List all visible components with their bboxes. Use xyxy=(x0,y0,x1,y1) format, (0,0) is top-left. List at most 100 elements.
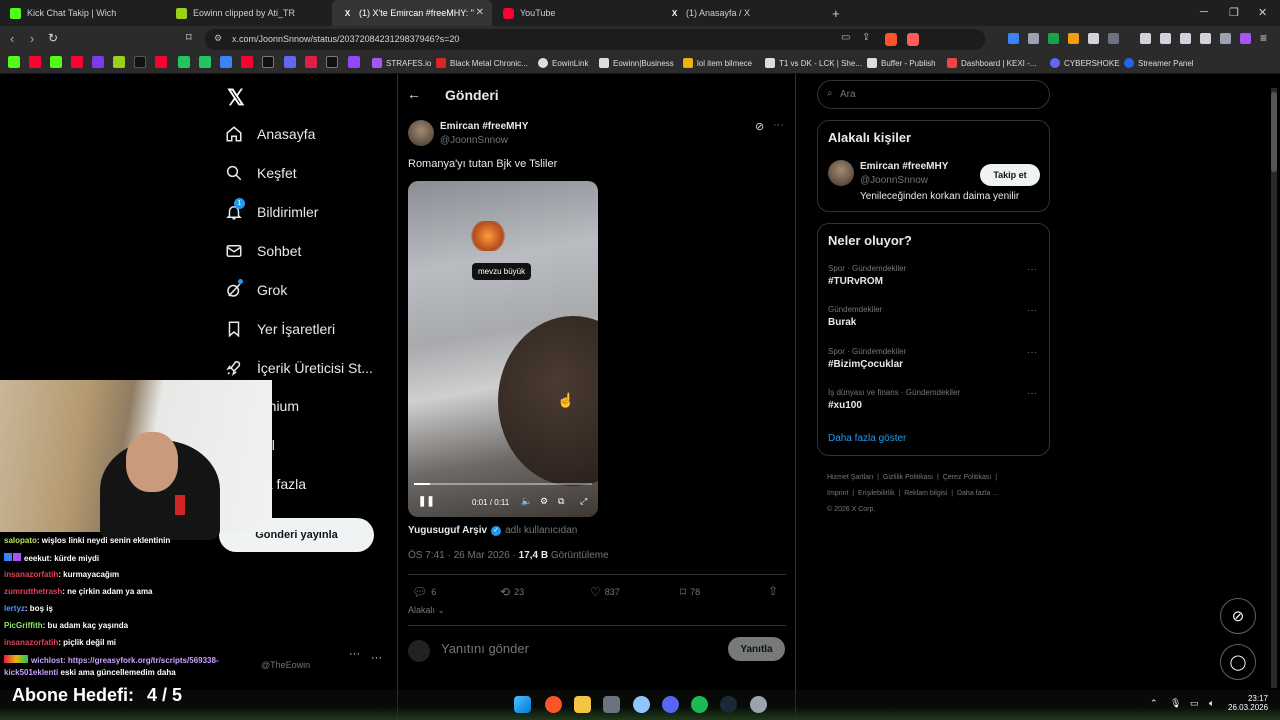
sort-replies-dropdown[interactable]: Alakalı ⌄ xyxy=(408,605,445,616)
video-player[interactable]: mevzu büyük ❚❚ 0:01 / 0:11 🔈 ⚙ ⧉ ⤢ xyxy=(408,181,598,517)
related-handle[interactable]: @JoonnSnnow xyxy=(860,175,928,186)
footer-link[interactable]: Hizmet Şartları xyxy=(827,474,873,481)
trend-item[interactable]: Gündemdekiler Burak xyxy=(828,305,1038,328)
minimize-icon[interactable]: ─ xyxy=(1200,6,1208,18)
tab-x-post[interactable]: X(1) X'te Emircan #freeMHY: "Rom✕ xyxy=(332,0,492,26)
sidebar-item-bookmarks[interactable]: Yer İşaretleri xyxy=(225,320,335,338)
avatar[interactable] xyxy=(828,160,854,186)
footer-link[interactable]: Reklam bilgisi xyxy=(904,490,947,497)
footer-link[interactable]: Imprint xyxy=(827,490,848,497)
bookmark-favicon-icon[interactable] xyxy=(326,56,338,68)
back-icon[interactable]: ‹ xyxy=(10,31,14,46)
bookmark-action[interactable]: ⌑ 78 xyxy=(680,585,700,599)
bookmark-favicon-icon[interactable] xyxy=(50,56,62,68)
account-handle[interactable]: @TheEowin xyxy=(261,660,310,670)
source-name[interactable]: Yugusuguf Arşiv xyxy=(408,525,487,536)
account-menu-icon[interactable]: ··· xyxy=(371,652,382,664)
footer-link[interactable]: Daha fazla ... xyxy=(957,490,998,497)
bookmark-favicon-icon[interactable] xyxy=(8,56,20,68)
follow-button[interactable]: Takip et xyxy=(980,164,1040,186)
tab-x-home[interactable]: X (1) Anasayfa / X xyxy=(659,0,824,26)
spotify-icon[interactable] xyxy=(691,696,708,713)
menu-icon[interactable]: ≡ xyxy=(1260,31,1267,45)
grok-explain-icon[interactable]: ⊘ xyxy=(755,120,764,133)
fullscreen-icon[interactable]: ⤢ xyxy=(580,496,587,507)
extension-icon[interactable] xyxy=(1068,33,1079,44)
bookmark-cybershoke[interactable]: CYBERSHOKE xyxy=(1050,58,1120,68)
avatar[interactable] xyxy=(408,120,434,146)
extension-icon[interactable] xyxy=(1028,33,1039,44)
bookmark-favicon-icon[interactable] xyxy=(178,56,190,68)
sidebar-item-home[interactable]: Anasayfa xyxy=(225,125,315,143)
profile-icon[interactable] xyxy=(1240,33,1251,44)
bookmark-kexi[interactable]: Dashboard | KEXI -... xyxy=(947,58,1036,68)
sidebar-item-creator-studio[interactable]: İçerik Üreticisi St... xyxy=(225,359,373,377)
tab-eowinn-clip[interactable]: Eowinn clipped by Ati_TR xyxy=(166,0,331,26)
footer-link[interactable]: Gizlilik Politikası xyxy=(883,474,933,481)
bookmark-streamer-panel[interactable]: Streamer Panel xyxy=(1124,58,1194,68)
bookmark-favicon-icon[interactable] xyxy=(241,56,253,68)
extensions-puzzle-icon[interactable] xyxy=(1088,33,1099,44)
bookmark-favicon-icon[interactable] xyxy=(262,56,274,68)
mic-icon[interactable]: 🎙︎ xyxy=(1170,698,1181,709)
settings-icon[interactable]: ⚙ xyxy=(540,496,548,507)
network-icon[interactable]: ▭ xyxy=(1190,698,1199,709)
app-icon[interactable] xyxy=(603,696,620,713)
pause-icon[interactable]: ❚❚ xyxy=(418,496,435,507)
share-icon[interactable]: ⇪ xyxy=(862,32,870,43)
windows-start-icon[interactable] xyxy=(514,696,531,713)
brave-rewards-icon[interactable] xyxy=(907,33,919,46)
show-more-link[interactable]: Daha fazla göster xyxy=(828,433,906,444)
bookmark-favicon-icon[interactable] xyxy=(220,56,232,68)
bookmark-black-metal[interactable]: Black Metal Chronic... xyxy=(436,58,528,68)
bookmark-eowinlink[interactable]: EowinLink xyxy=(538,58,588,68)
like-action[interactable]: ♡ 837 xyxy=(590,585,620,599)
extension-icon[interactable] xyxy=(1048,33,1059,44)
bookmark-buffer[interactable]: Buffer - Publish xyxy=(867,58,936,68)
discord-icon[interactable] xyxy=(662,696,679,713)
bookmark-eowinn-business[interactable]: Eowinn|Business xyxy=(599,58,674,68)
cast-icon[interactable]: ▭ xyxy=(841,32,850,43)
obs-icon[interactable] xyxy=(750,696,767,713)
bookmark-favicon-icon[interactable] xyxy=(199,56,211,68)
grok-float-icon[interactable]: ⊘ xyxy=(1220,598,1256,634)
related-name[interactable]: Emircan #freeMHY xyxy=(860,161,948,172)
post-more-icon[interactable]: ··· xyxy=(773,119,784,131)
extension-icon[interactable] xyxy=(1108,33,1119,44)
bookmark-favicon-icon[interactable] xyxy=(305,56,317,68)
back-arrow-icon[interactable]: ← xyxy=(407,86,421,102)
brave-shield-icon[interactable] xyxy=(885,33,897,46)
app-icon[interactable] xyxy=(633,696,650,713)
bookmark-favicon-icon[interactable] xyxy=(92,56,104,68)
pip-icon[interactable]: ⧉ xyxy=(558,496,564,507)
vpn-icon[interactable] xyxy=(1220,33,1231,44)
scrollbar[interactable] xyxy=(1271,88,1277,688)
forward-icon[interactable]: › xyxy=(30,31,34,46)
media-icon[interactable] xyxy=(1140,33,1151,44)
trend-more-icon[interactable]: ··· xyxy=(1027,264,1037,275)
extension-icon[interactable] xyxy=(1008,33,1019,44)
trend-more-icon[interactable]: ··· xyxy=(1027,347,1037,358)
bookmark-favicon-icon[interactable] xyxy=(29,56,41,68)
volume-icon[interactable]: 🔈 xyxy=(521,496,532,507)
sidebar-item-messages[interactable]: Sohbet xyxy=(225,242,301,260)
share-icon[interactable]: ⇧ xyxy=(768,584,778,598)
bookmark-t1-dk[interactable]: T1 vs DK - LCK | She... xyxy=(765,58,862,68)
bookmark-favicon-icon[interactable] xyxy=(348,56,360,68)
maximize-icon[interactable]: ❐ xyxy=(1229,6,1239,19)
scrollbar-thumb[interactable] xyxy=(1271,92,1277,172)
bookmark-favicon-icon[interactable] xyxy=(113,56,125,68)
trend-item[interactable]: Spor · Gündemdekiler #TURvROM xyxy=(828,264,1038,287)
sidebar-item-explore[interactable]: Keşfet xyxy=(225,164,297,182)
file-explorer-icon[interactable] xyxy=(574,696,591,713)
site-info-icon[interactable]: ⚙ xyxy=(214,33,222,44)
address-bar[interactable]: ⚙ x.com/JoonnSnnow/status/20372084231298… xyxy=(205,29,985,50)
reload-icon[interactable]: ↻ xyxy=(48,31,58,45)
footer-link[interactable]: Erişilebilirlik xyxy=(858,490,895,497)
author-name[interactable]: Emircan #freeMHY xyxy=(440,121,528,132)
window-close-icon[interactable]: ✕ xyxy=(1258,6,1267,19)
trend-item[interactable]: Spor · Gündemdekiler #BizimÇocuklar xyxy=(828,347,1038,370)
bookmark-strafes[interactable]: STRAFES.io xyxy=(372,58,431,68)
reply-input[interactable]: Yanıtını gönder xyxy=(441,641,529,656)
reply-action[interactable]: 💬︎ 6 xyxy=(412,585,436,599)
